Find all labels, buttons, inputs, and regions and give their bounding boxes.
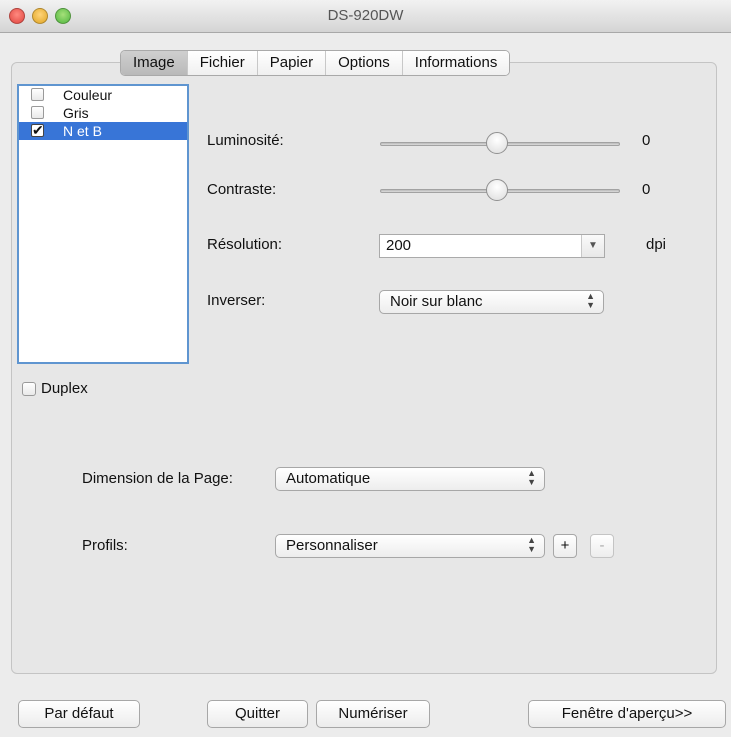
color-mode-item-gris[interactable]: Gris: [19, 104, 187, 122]
color-mode-item-n-et-b[interactable]: N et B: [19, 121, 187, 140]
color-mode-checkbox[interactable]: [31, 121, 44, 139]
page-dimension-label: Dimension de la Page:: [82, 470, 233, 487]
contrast-label: Contraste:: [207, 181, 277, 198]
chevron-down-icon: ▼: [588, 240, 598, 251]
duplex-label: Duplex: [41, 380, 88, 397]
add-profile-button[interactable]: +: [553, 534, 577, 558]
invert-popup[interactable]: Noir sur blanc ▲ ▼: [379, 290, 604, 314]
defaults-button[interactable]: Par défaut: [18, 700, 140, 728]
profiles-label: Profils:: [82, 537, 128, 554]
duplex-checkbox[interactable]: [22, 382, 36, 396]
tab-options[interactable]: Options: [326, 51, 403, 75]
contrast-value: 0: [642, 181, 651, 198]
resolution-combo[interactable]: 200 ▼: [379, 234, 605, 258]
color-mode-label: N et B: [63, 123, 102, 139]
updown-arrows-icon: ▲ ▼: [527, 468, 536, 487]
tab-papier[interactable]: Papier: [257, 51, 327, 75]
color-mode-item-couleur[interactable]: Couleur: [19, 86, 187, 104]
tab-fichier[interactable]: Fichier: [187, 51, 258, 75]
profiles-popup[interactable]: Personnaliser ▲ ▼: [275, 534, 545, 558]
invert-label: Inverser:: [207, 292, 266, 309]
color-mode-list[interactable]: Couleur Gris N et B: [17, 84, 189, 364]
updown-arrows-icon: ▲ ▼: [527, 535, 536, 554]
page-dimension-value: Automatique: [286, 470, 371, 487]
remove-profile-button[interactable]: -: [590, 534, 614, 558]
profiles-value: Personnaliser: [286, 537, 378, 554]
resolution-label: Résolution:: [207, 236, 283, 253]
resolution-dropdown-button[interactable]: ▼: [581, 235, 604, 257]
tab-bar: Image Fichier Papier Options Information…: [120, 50, 511, 76]
scanner-window: DS-920DW Image Fichier Papier Options In…: [0, 0, 731, 737]
color-mode-checkbox[interactable]: [31, 88, 44, 101]
brightness-slider-knob[interactable]: [486, 132, 508, 154]
quit-button[interactable]: Quitter: [207, 700, 308, 728]
updown-arrows-icon: ▲ ▼: [586, 291, 595, 310]
invert-value: Noir sur blanc: [390, 293, 483, 310]
tab-image[interactable]: Image: [121, 51, 188, 75]
brightness-value: 0: [642, 132, 651, 149]
color-mode-checkbox[interactable]: [31, 106, 44, 119]
tab-informations[interactable]: Informations: [402, 51, 510, 75]
color-mode-label: Gris: [63, 105, 89, 121]
preview-window-button[interactable]: Fenêtre d'aperçu>>: [528, 700, 726, 728]
page-dimension-popup[interactable]: Automatique ▲ ▼: [275, 467, 545, 491]
title-bar: DS-920DW: [0, 0, 731, 33]
contrast-slider-knob[interactable]: [486, 179, 508, 201]
resolution-unit: dpi: [646, 236, 667, 253]
color-mode-label: Couleur: [63, 87, 113, 103]
brightness-label: Luminosité:: [207, 132, 284, 149]
scan-button[interactable]: Numériser: [316, 700, 430, 728]
window-title: DS-920DW: [327, 7, 404, 24]
resolution-value: 200: [386, 237, 412, 254]
